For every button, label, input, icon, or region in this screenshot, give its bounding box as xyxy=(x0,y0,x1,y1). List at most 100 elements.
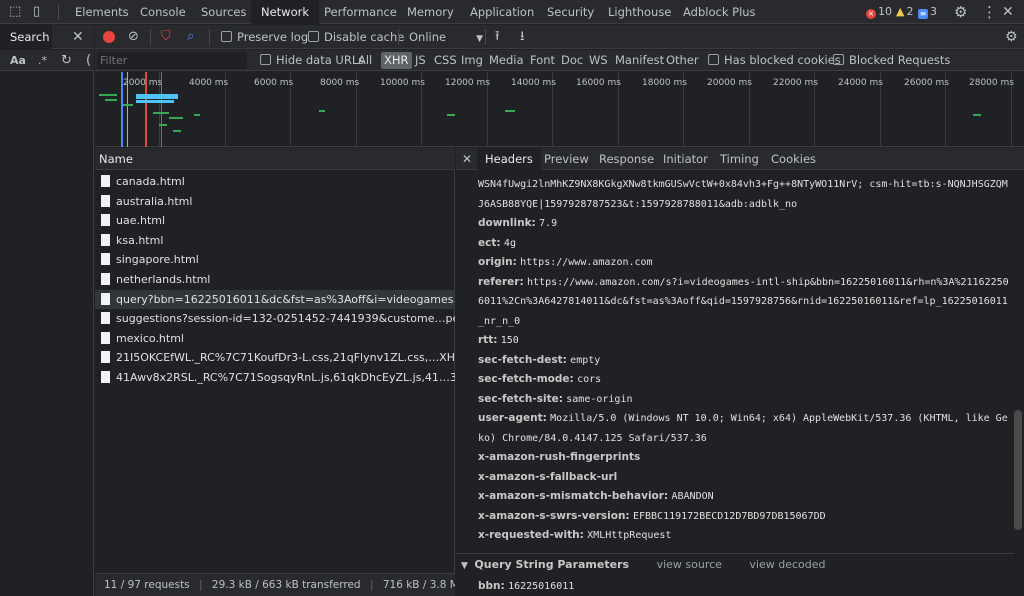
header-value: ABANDON xyxy=(671,491,714,502)
settings-gear-icon[interactable]: ⚙ xyxy=(954,0,967,24)
request-row[interactable]: australia.html xyxy=(95,192,455,212)
tab-sources[interactable]: Sources xyxy=(201,0,247,24)
search-icon[interactable]: ⌕ xyxy=(187,25,194,49)
has-blocked-cookies-checkbox[interactable]: Has blocked cookies xyxy=(708,50,841,71)
request-row[interactable]: uae.html xyxy=(95,211,455,231)
tab-timing[interactable]: Timing xyxy=(720,148,759,170)
name-column-header[interactable]: Name xyxy=(95,148,455,170)
close-icon[interactable]: ✕ xyxy=(1002,0,1014,24)
marker-line xyxy=(161,72,162,147)
header-key: sec-fetch-site: xyxy=(478,392,563,405)
tab-lighthouse[interactable]: Lighthouse xyxy=(608,0,671,24)
search-panel-title[interactable]: Search xyxy=(0,25,52,49)
document-file-icon xyxy=(101,214,110,227)
record-icon[interactable] xyxy=(103,31,115,43)
request-row[interactable]: suggestions?session-id=132-0251452-74419… xyxy=(95,309,455,329)
request-row[interactable]: 21I5OKCEfWL._RC%7C71KoufDr3-L.css,21qFly… xyxy=(95,348,455,368)
throttling-select[interactable]: Online ▼ xyxy=(409,25,483,51)
request-row[interactable]: 41Awv8x2RSL._RC%7C71SogsqyRnL.js,61qkDhc… xyxy=(95,368,455,388)
type-filter-font[interactable]: Font xyxy=(530,50,555,71)
tab-security[interactable]: Security xyxy=(547,0,594,24)
type-filter-ws[interactable]: WS xyxy=(589,50,608,71)
blocked-requests-checkbox[interactable]: Blocked Requests xyxy=(833,50,950,71)
divider xyxy=(398,29,399,45)
preserve-log-checkbox[interactable]: Preserve log xyxy=(221,25,308,49)
request-name: australia.html xyxy=(116,194,193,208)
tab-cookies[interactable]: Cookies xyxy=(771,148,816,170)
warnings-badge[interactable]: ▲ 2 xyxy=(896,0,913,24)
tab-network[interactable]: Network xyxy=(251,0,320,24)
type-filter-js[interactable]: JS xyxy=(415,50,426,71)
document-file-icon xyxy=(101,175,110,187)
type-filter-all[interactable]: All xyxy=(358,50,372,71)
type-filter-media[interactable]: Media xyxy=(489,50,524,71)
errors-badge[interactable]: × 10 xyxy=(866,0,892,24)
document-file-icon xyxy=(101,351,110,364)
header-key: rtt: xyxy=(478,334,498,346)
network-settings-gear-icon[interactable]: ⚙ xyxy=(1005,25,1018,49)
type-filter-xhr[interactable]: XHR xyxy=(381,52,412,69)
header-line: user-agent: Mozilla/5.0 (Windows NT 10.0… xyxy=(478,409,1008,429)
more-options-icon[interactable]: ⋮ xyxy=(982,0,997,24)
divider: | xyxy=(199,579,203,591)
scrollbar-thumb[interactable] xyxy=(1014,410,1022,530)
type-filter-other[interactable]: Other xyxy=(666,50,699,71)
throttling-value: Online xyxy=(409,30,447,44)
type-filter-manifest[interactable]: Manifest xyxy=(615,50,664,71)
request-row[interactable]: ksa.html xyxy=(95,231,455,251)
document-file-icon xyxy=(101,233,110,246)
tab-memory[interactable]: Memory xyxy=(407,0,454,24)
header-value: _nr_n_0 xyxy=(478,315,521,327)
clear-log-icon[interactable]: ⊘ xyxy=(128,25,139,49)
header-value: XMLHttpRequest xyxy=(587,530,672,541)
view-decoded-link[interactable]: view decoded xyxy=(749,558,825,571)
tab-adblock-plus[interactable]: Adblock Plus xyxy=(683,0,756,24)
refresh-icon[interactable]: ↻ xyxy=(61,50,72,71)
clear-icon[interactable]: ( xyxy=(86,50,91,71)
header-key: origin: xyxy=(478,256,517,268)
request-bar xyxy=(447,114,455,116)
close-detail-icon[interactable]: ✕ xyxy=(462,148,472,170)
info-badge[interactable]: ≡ 3 xyxy=(918,0,937,24)
request-bar xyxy=(973,114,981,116)
triangle-down-icon[interactable]: ▼ xyxy=(461,561,468,571)
tab-application[interactable]: Application xyxy=(470,0,534,24)
checkbox-icon xyxy=(221,31,232,42)
request-row[interactable]: canada.html xyxy=(95,172,455,192)
import-har-icon[interactable]: ⭱ xyxy=(495,25,500,49)
request-row[interactable]: netherlands.html xyxy=(95,270,455,290)
tab-preview[interactable]: Preview xyxy=(544,148,589,170)
query-string-title[interactable]: Query String Parameters xyxy=(474,558,629,571)
request-bar xyxy=(159,124,167,126)
type-filter-css[interactable]: CSS xyxy=(434,50,457,71)
tab-response[interactable]: Response xyxy=(599,148,654,170)
tab-headers[interactable]: Headers xyxy=(477,148,541,170)
tab-console[interactable]: Console xyxy=(140,0,186,24)
filter-input[interactable] xyxy=(97,52,247,69)
hide-data-urls-checkbox[interactable]: Hide data URLs xyxy=(260,50,364,71)
request-name: uae.html xyxy=(116,214,166,228)
disable-cache-checkbox[interactable]: Disable cache xyxy=(308,25,404,49)
header-line: referer: https://www.amazon.com/s?i=vide… xyxy=(478,273,1008,293)
request-row[interactable]: singapore.html xyxy=(95,250,455,270)
tab-elements[interactable]: Elements xyxy=(75,0,129,24)
device-toolbar-icon[interactable]: ▯ xyxy=(33,0,40,24)
type-filter-img[interactable]: Img xyxy=(461,50,483,71)
inspect-element-icon[interactable]: ⬚ xyxy=(9,0,21,24)
divider xyxy=(485,29,486,45)
network-overview[interactable]: 2000 ms 4000 ms 6000 ms 8000 ms 10000 ms… xyxy=(95,72,1024,147)
tab-performance[interactable]: Performance xyxy=(324,0,397,24)
request-bar xyxy=(136,100,174,103)
tab-initiator[interactable]: Initiator xyxy=(663,148,708,170)
request-row-selected[interactable]: query?bbn=16225016011&dc&fst=as%3Aoff&i=… xyxy=(95,289,455,310)
request-name: suggestions?session-id=132-0251452-74419… xyxy=(116,312,455,326)
regex-toggle[interactable]: .* xyxy=(38,50,47,71)
header-value: https://www.amazon.com/s?i=videogames-in… xyxy=(527,276,1008,288)
export-har-icon[interactable]: ⭳ xyxy=(520,25,525,49)
filter-icon[interactable]: ⛉ xyxy=(161,25,171,49)
match-case-toggle[interactable]: Aa xyxy=(10,50,26,71)
close-search-icon[interactable]: ✕ xyxy=(72,25,84,49)
type-filter-doc[interactable]: Doc xyxy=(561,50,583,71)
view-source-link[interactable]: view source xyxy=(657,558,722,571)
request-row[interactable]: mexico.html xyxy=(95,329,455,349)
